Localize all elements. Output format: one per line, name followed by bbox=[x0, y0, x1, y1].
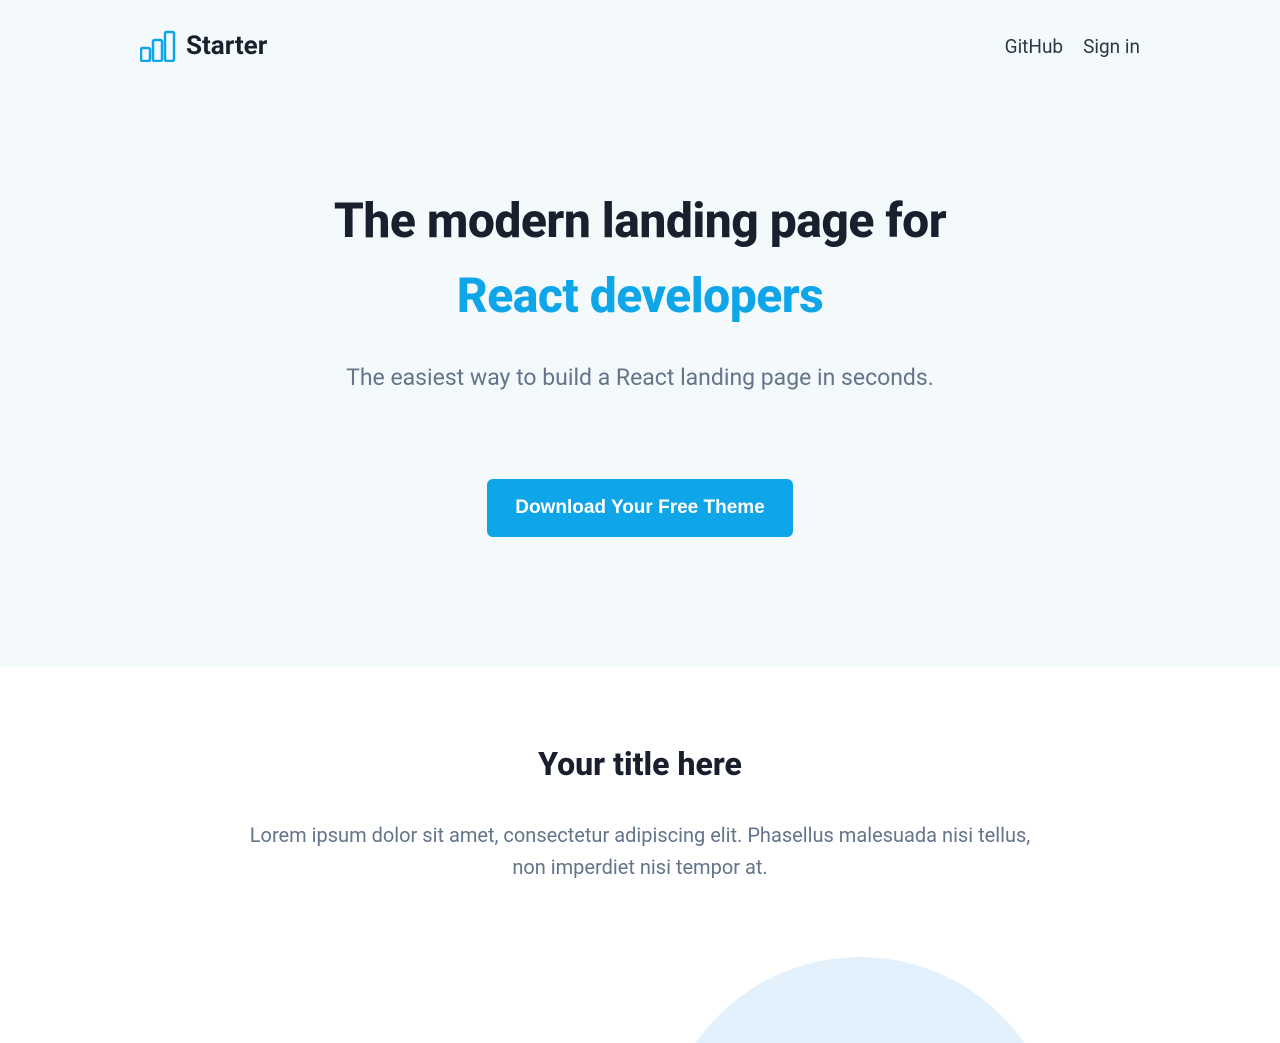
header: Starter GitHub Sign in bbox=[0, 0, 1280, 62]
hero-title-line2: React developers bbox=[0, 267, 1280, 324]
hero-section: Starter GitHub Sign in The modern landin… bbox=[0, 0, 1280, 667]
spacer bbox=[0, 883, 1280, 1043]
nav: GitHub Sign in bbox=[1005, 35, 1140, 58]
hero-title-line1: The modern landing page for bbox=[0, 192, 1280, 249]
secondary-section: Your title here Lorem ipsum dolor sit am… bbox=[0, 667, 1280, 1043]
hero-content: The modern landing page for React develo… bbox=[0, 62, 1280, 537]
bar-chart-icon bbox=[140, 30, 176, 62]
secondary-description: Lorem ipsum dolor sit amet, consectetur … bbox=[240, 819, 1040, 883]
download-theme-button[interactable]: Download Your Free Theme bbox=[487, 479, 793, 537]
nav-github-link[interactable]: GitHub bbox=[1005, 35, 1063, 58]
logo-text: Starter bbox=[186, 31, 267, 61]
secondary-title: Your title here bbox=[0, 745, 1280, 783]
logo[interactable]: Starter bbox=[140, 30, 267, 62]
nav-signin-link[interactable]: Sign in bbox=[1083, 35, 1140, 58]
hero-subtitle: The easiest way to build a React landing… bbox=[0, 364, 1280, 391]
